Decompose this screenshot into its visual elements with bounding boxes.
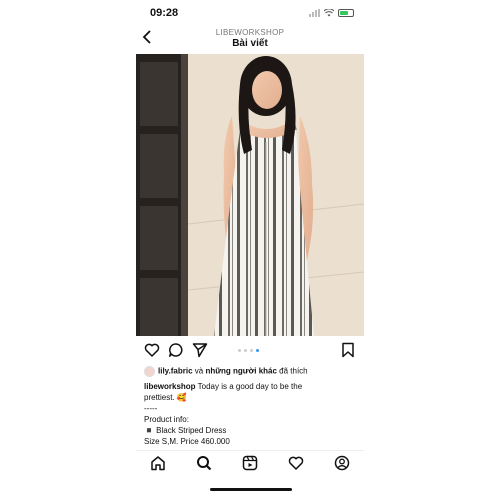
search-icon[interactable] [196, 455, 212, 471]
post-image[interactable] [136, 54, 364, 336]
status-time: 09:28 [150, 7, 179, 19]
likes-joiner: và [192, 366, 206, 376]
likes-suffix: đã thích [276, 366, 308, 376]
header-username: LIBEWORKSHOP [215, 28, 285, 37]
product-name: ◾ Black Striped Dress [144, 426, 227, 435]
send-icon[interactable] [192, 342, 208, 358]
caption-text-1: Today is a good day to be the [195, 382, 303, 391]
battery-icon [338, 9, 354, 17]
product-info-label: Product info: [144, 415, 189, 424]
liker-avatar [144, 366, 155, 377]
profile-icon[interactable] [334, 455, 350, 471]
carousel-indicator [238, 349, 259, 352]
status-icons [309, 9, 354, 17]
post-photo [136, 54, 364, 336]
post-caption: libeworkshop Today is a good day to be t… [144, 381, 360, 447]
product-size-price: Size S,M. Price 460.000 [144, 437, 230, 446]
caption-text-2: prettiest. 🥰 [144, 393, 187, 402]
likes-others-link[interactable]: những người khác [205, 367, 277, 376]
carousel-dot [256, 349, 259, 352]
bookmark-icon[interactable] [340, 342, 356, 358]
page-title: Bài viết [232, 38, 268, 49]
post-actions [136, 342, 364, 360]
wifi-icon [324, 9, 334, 17]
caption-separator: ----- [144, 404, 158, 413]
caption-username[interactable]: libeworkshop [144, 382, 196, 391]
bottom-nav [136, 450, 364, 475]
activity-heart-icon[interactable] [288, 455, 304, 471]
likes-summary: lily.fabric và những người khác đã thích [144, 366, 360, 377]
signal-icon [309, 9, 320, 17]
status-bar: 09:28 [136, 6, 364, 22]
reels-icon[interactable] [242, 455, 258, 471]
comment-icon[interactable] [168, 342, 184, 358]
home-indicator [210, 488, 292, 491]
carousel-dot [250, 349, 253, 352]
carousel-dot [244, 349, 247, 352]
liker-username[interactable]: lily.fabric [158, 367, 193, 376]
heart-icon[interactable] [144, 342, 160, 358]
home-icon[interactable] [150, 455, 166, 471]
phone-screen: 09:28 LIBEWORKSHOP Bài viết lily.fabric … [136, 0, 364, 498]
carousel-dot [238, 349, 241, 352]
post-header: LIBEWORKSHOP Bài viết [136, 26, 364, 52]
